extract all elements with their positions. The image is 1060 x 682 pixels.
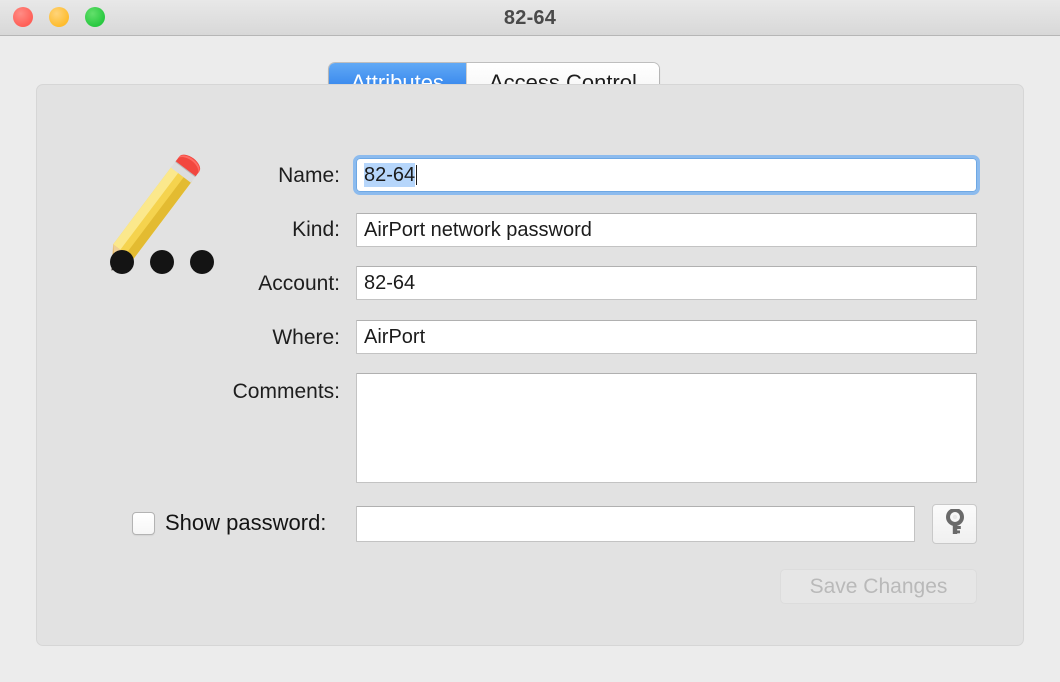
show-password-label: Show password:: [165, 510, 327, 535]
kind-label: Kind:: [292, 218, 340, 241]
password-dot: [150, 250, 174, 274]
text-caret: [416, 165, 418, 185]
name-input[interactable]: 82-64: [353, 155, 980, 195]
account-input[interactable]: 82-64: [356, 266, 977, 300]
name-label: Name:: [278, 164, 340, 187]
keychain-item-window: 82-64 Attributes Access Control Name: 82…: [0, 0, 1060, 682]
password-dot: [190, 250, 214, 274]
comments-label: Comments:: [232, 380, 340, 403]
show-password-checkbox[interactable]: [132, 512, 155, 535]
window-titlebar: 82-64: [0, 0, 1060, 36]
comments-textarea[interactable]: [356, 373, 977, 483]
password-dots: [110, 250, 214, 274]
kind-input[interactable]: AirPort network password: [356, 213, 977, 247]
account-label: Account:: [258, 272, 340, 295]
where-label: Where:: [272, 326, 340, 349]
password-input[interactable]: [356, 506, 915, 542]
key-icon: [944, 507, 966, 540]
save-changes-button[interactable]: Save Changes: [780, 569, 977, 604]
key-icon-button[interactable]: [932, 504, 977, 544]
window-title: 82-64: [503, 7, 557, 29]
name-input-value: 82-64: [364, 163, 416, 187]
where-input[interactable]: AirPort: [356, 320, 977, 354]
password-dot: [110, 250, 134, 274]
